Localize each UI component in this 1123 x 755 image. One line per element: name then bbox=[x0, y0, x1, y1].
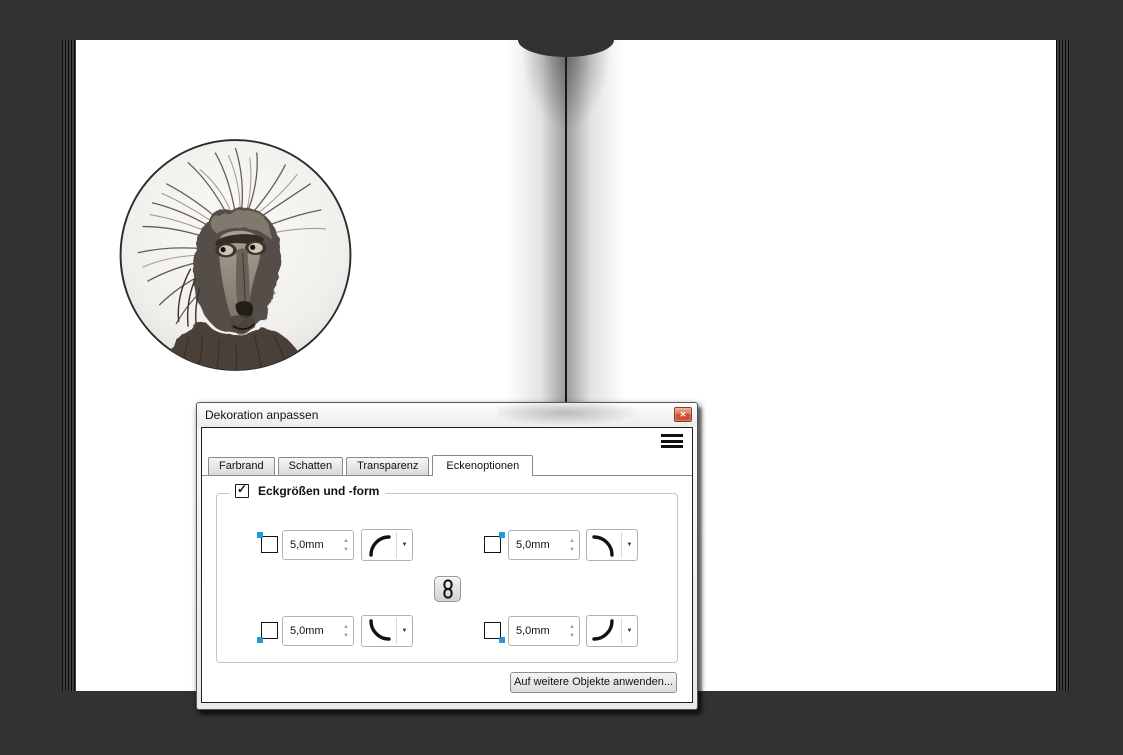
corner-shape-select-bottom-left[interactable]: ▼ bbox=[361, 615, 413, 647]
link-corners-button[interactable] bbox=[434, 576, 461, 602]
corner-shape-bottom-right-icon bbox=[587, 618, 621, 644]
corner-size-top-right: ▲ ▼ bbox=[508, 530, 580, 560]
corner-size-input-bottom-right[interactable] bbox=[509, 617, 559, 645]
corner-shape-bottom-left-icon bbox=[362, 618, 396, 644]
chevron-down-icon: ▼ bbox=[401, 542, 408, 548]
corner-size-groupbox: ✓ Eckgrößen und -form ▲ ▼ bbox=[216, 482, 678, 663]
corner-indicator-top-right bbox=[484, 532, 505, 553]
close-icon: ✕ bbox=[679, 410, 687, 419]
corner-indicator-bottom-right bbox=[484, 622, 505, 643]
corner-size-bottom-right: ▲ ▼ bbox=[508, 616, 580, 646]
checkmark-icon: ✓ bbox=[237, 482, 248, 496]
page-stack-right bbox=[1056, 40, 1070, 691]
corner-dot-bottom-right bbox=[499, 637, 505, 643]
page-stack-left bbox=[62, 40, 76, 691]
corner-dot-bottom-left bbox=[257, 637, 263, 643]
close-button[interactable]: ✕ bbox=[674, 407, 692, 422]
dialog-titlebar[interactable]: Dekoration anpassen bbox=[197, 403, 697, 427]
corner-shape-top-right-icon bbox=[587, 532, 621, 558]
dialog-title: Dekoration anpassen bbox=[205, 408, 319, 422]
corner-indicator-top-left bbox=[257, 532, 278, 553]
corner-size-input-bottom-left[interactable] bbox=[283, 617, 333, 645]
groupbox-label: Eckgrößen und -form bbox=[258, 484, 380, 498]
chevron-down-icon: ▼ bbox=[626, 628, 633, 634]
tab-transparenz[interactable]: Transparenz bbox=[346, 457, 430, 475]
corner-dot-top-right bbox=[499, 532, 505, 538]
corner-dot-top-left bbox=[257, 532, 263, 538]
corner-shape-select-bottom-right[interactable]: ▼ bbox=[586, 615, 638, 647]
spinner-up-icon[interactable]: ▲ bbox=[343, 538, 349, 544]
corner-indicator-bottom-left bbox=[257, 622, 278, 643]
corner-shape-top-left-icon bbox=[362, 532, 396, 558]
corner-shape-select-top-left[interactable]: ▼ bbox=[361, 529, 413, 561]
spinner-down-icon[interactable]: ▼ bbox=[569, 633, 575, 639]
tab-farbrand[interactable]: Farbrand bbox=[208, 457, 275, 475]
tab-schatten[interactable]: Schatten bbox=[277, 457, 344, 475]
chevron-down-icon: ▼ bbox=[401, 628, 408, 634]
corner-size-bottom-left: ▲ ▼ bbox=[282, 616, 354, 646]
corner-size-input-top-right[interactable] bbox=[509, 531, 559, 559]
spinner-down-icon[interactable]: ▼ bbox=[569, 547, 575, 553]
corner-size-input-top-left[interactable] bbox=[283, 531, 333, 559]
apply-to-more-objects-button[interactable]: Auf weitere Objekte anwenden... bbox=[510, 672, 677, 693]
groupbox-legend: ✓ Eckgrößen und -form bbox=[229, 482, 386, 498]
spinner-down-icon[interactable]: ▼ bbox=[343, 547, 349, 553]
editor-canvas: Dekoration anpassen ✕ Farbrand Schatten … bbox=[0, 0, 1123, 755]
corner-size-top-left: ▲ ▼ bbox=[282, 530, 354, 560]
hamburger-menu-icon[interactable] bbox=[661, 434, 683, 451]
chain-link-icon bbox=[442, 579, 453, 599]
baboon-photo[interactable] bbox=[117, 136, 354, 374]
dialog-content: Farbrand Schatten Transparenz Eckenoptio… bbox=[201, 427, 693, 703]
corner-shape-select-top-right[interactable]: ▼ bbox=[586, 529, 638, 561]
chevron-down-icon: ▼ bbox=[626, 542, 633, 548]
corner-enable-checkbox[interactable]: ✓ bbox=[235, 482, 249, 498]
spinner-up-icon[interactable]: ▲ bbox=[569, 624, 575, 630]
spinner-up-icon[interactable]: ▲ bbox=[343, 624, 349, 630]
decoration-dialog: Dekoration anpassen ✕ Farbrand Schatten … bbox=[196, 402, 698, 710]
tab-bar: Farbrand Schatten Transparenz Eckenoptio… bbox=[208, 454, 536, 476]
spinner-up-icon[interactable]: ▲ bbox=[569, 538, 575, 544]
spinner-down-icon[interactable]: ▼ bbox=[343, 633, 349, 639]
tab-eckenoptionen[interactable]: Eckenoptionen bbox=[432, 455, 534, 476]
